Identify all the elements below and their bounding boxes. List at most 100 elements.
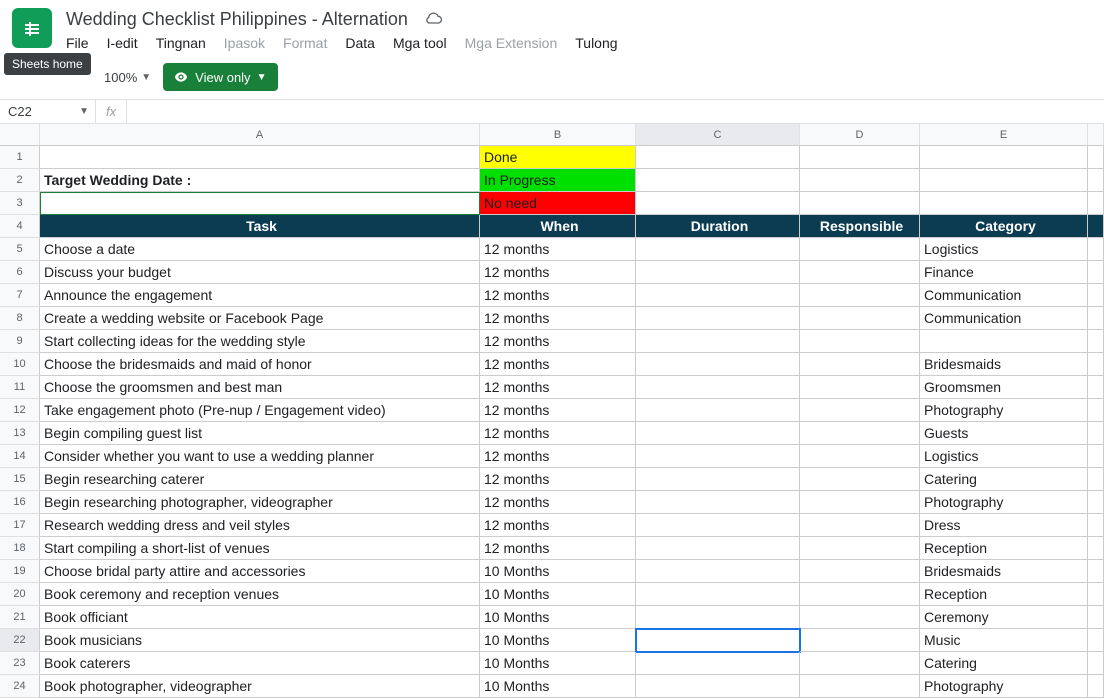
header-responsible[interactable]: Responsible xyxy=(800,215,920,238)
task-cell[interactable]: Book photographer, videographer xyxy=(40,675,480,698)
task-cell[interactable]: Create a wedding website or Facebook Pag… xyxy=(40,307,480,330)
when-cell[interactable]: 12 months xyxy=(480,399,636,422)
responsible-cell[interactable] xyxy=(800,468,920,491)
cell[interactable] xyxy=(1088,606,1104,629)
cell[interactable] xyxy=(1088,675,1104,698)
when-cell[interactable]: 10 Months xyxy=(480,606,636,629)
col-header-B[interactable]: B xyxy=(480,124,636,146)
category-cell[interactable]: Music xyxy=(920,629,1088,652)
duration-cell[interactable] xyxy=(636,422,800,445)
row-header[interactable]: 4 xyxy=(0,215,40,238)
row-header[interactable]: 3 xyxy=(0,192,40,215)
duration-cell[interactable] xyxy=(636,491,800,514)
category-cell[interactable]: Bridesmaids xyxy=(920,560,1088,583)
row-header[interactable]: 13 xyxy=(0,422,40,445)
row-header[interactable]: 1 xyxy=(0,146,40,169)
cell[interactable] xyxy=(1088,330,1104,353)
category-cell[interactable]: Communication xyxy=(920,307,1088,330)
cell[interactable] xyxy=(1088,560,1104,583)
duration-cell[interactable] xyxy=(636,468,800,491)
when-cell[interactable]: 12 months xyxy=(480,307,636,330)
formula-input[interactable] xyxy=(127,100,1104,123)
responsible-cell[interactable] xyxy=(800,537,920,560)
task-cell[interactable]: Take engagement photo (Pre-nup / Engagem… xyxy=(40,399,480,422)
category-cell[interactable]: Logistics xyxy=(920,445,1088,468)
responsible-cell[interactable] xyxy=(800,284,920,307)
row-header[interactable]: 8 xyxy=(0,307,40,330)
responsible-cell[interactable] xyxy=(800,445,920,468)
when-cell[interactable]: 12 months xyxy=(480,537,636,560)
cell[interactable] xyxy=(920,169,1088,192)
task-cell[interactable]: Announce the engagement xyxy=(40,284,480,307)
cell[interactable] xyxy=(800,169,920,192)
category-cell[interactable]: Reception xyxy=(920,537,1088,560)
when-cell[interactable]: 12 months xyxy=(480,422,636,445)
responsible-cell[interactable] xyxy=(800,583,920,606)
cell[interactable] xyxy=(1088,238,1104,261)
responsible-cell[interactable] xyxy=(800,376,920,399)
row-header[interactable]: 12 xyxy=(0,399,40,422)
cell[interactable] xyxy=(1088,284,1104,307)
cell[interactable] xyxy=(636,169,800,192)
duration-cell[interactable] xyxy=(636,537,800,560)
duration-cell[interactable] xyxy=(636,652,800,675)
when-cell[interactable]: 12 months xyxy=(480,330,636,353)
responsible-cell[interactable] xyxy=(800,261,920,284)
cell[interactable] xyxy=(1088,445,1104,468)
responsible-cell[interactable] xyxy=(800,307,920,330)
when-cell[interactable]: 12 months xyxy=(480,284,636,307)
duration-cell[interactable] xyxy=(636,261,800,284)
category-cell[interactable]: Dress xyxy=(920,514,1088,537)
category-cell[interactable]: Photography xyxy=(920,675,1088,698)
row-header[interactable]: 7 xyxy=(0,284,40,307)
cell[interactable] xyxy=(1088,353,1104,376)
row-header[interactable]: 10 xyxy=(0,353,40,376)
duration-cell[interactable] xyxy=(636,606,800,629)
task-cell[interactable]: Begin compiling guest list xyxy=(40,422,480,445)
cell[interactable] xyxy=(1088,514,1104,537)
cell[interactable] xyxy=(636,192,800,215)
cell[interactable] xyxy=(1088,583,1104,606)
responsible-cell[interactable] xyxy=(800,675,920,698)
name-box[interactable]: C22 ▼ xyxy=(0,100,96,123)
status-in-progress[interactable]: In Progress xyxy=(480,169,636,192)
category-cell[interactable]: Groomsmen xyxy=(920,376,1088,399)
cell[interactable] xyxy=(920,146,1088,169)
when-cell[interactable]: 12 months xyxy=(480,468,636,491)
task-cell[interactable]: Research wedding dress and veil styles xyxy=(40,514,480,537)
duration-cell[interactable] xyxy=(636,376,800,399)
duration-cell[interactable] xyxy=(636,560,800,583)
row-header[interactable]: 20 xyxy=(0,583,40,606)
duration-cell[interactable] xyxy=(636,514,800,537)
duration-cell[interactable] xyxy=(636,399,800,422)
row-header[interactable]: 17 xyxy=(0,514,40,537)
cell[interactable] xyxy=(636,146,800,169)
when-cell[interactable]: 12 months xyxy=(480,491,636,514)
zoom-dropdown[interactable]: 100% ▼ xyxy=(104,70,151,85)
row-header[interactable]: 9 xyxy=(0,330,40,353)
when-cell[interactable]: 10 Months xyxy=(480,652,636,675)
when-cell[interactable]: 12 months xyxy=(480,514,636,537)
status-no-need[interactable]: No need xyxy=(480,192,636,215)
menu-file[interactable]: File xyxy=(66,35,89,51)
select-all-corner[interactable] xyxy=(0,124,40,146)
menu-help[interactable]: Tulong xyxy=(575,35,617,51)
row-header[interactable]: 19 xyxy=(0,560,40,583)
when-cell[interactable]: 10 Months xyxy=(480,583,636,606)
status-done[interactable]: Done xyxy=(480,146,636,169)
category-cell[interactable] xyxy=(920,330,1088,353)
task-cell[interactable]: Start collecting ideas for the wedding s… xyxy=(40,330,480,353)
row-header[interactable]: 22 xyxy=(0,629,40,652)
task-cell[interactable]: Book ceremony and reception venues xyxy=(40,583,480,606)
cell[interactable] xyxy=(1088,652,1104,675)
responsible-cell[interactable] xyxy=(800,491,920,514)
cell[interactable] xyxy=(1088,215,1104,238)
category-cell[interactable]: Communication xyxy=(920,284,1088,307)
task-cell[interactable]: Start compiling a short-list of venues xyxy=(40,537,480,560)
col-header-E[interactable]: E xyxy=(920,124,1088,146)
task-cell[interactable]: Consider whether you want to use a weddi… xyxy=(40,445,480,468)
cell[interactable] xyxy=(1088,261,1104,284)
row-header[interactable]: 5 xyxy=(0,238,40,261)
task-cell[interactable]: Begin researching caterer xyxy=(40,468,480,491)
cell[interactable] xyxy=(1088,422,1104,445)
